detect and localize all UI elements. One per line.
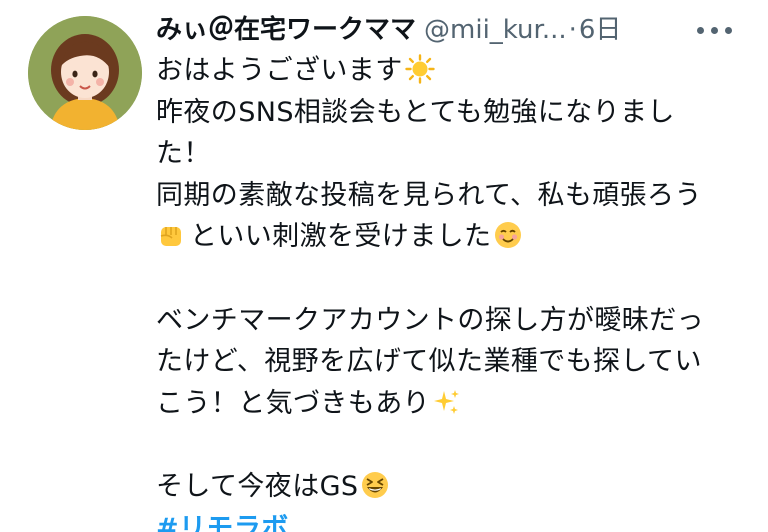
sparkles-emoji-icon	[432, 387, 462, 417]
tweet-line: 昨夜のSNS相談会もとても勉強になりまし	[156, 96, 675, 128]
tweet-line-text: おはようございます	[156, 55, 403, 86]
hashtag-link[interactable]: #リモラボ	[156, 513, 289, 532]
tweet-line-text: といい刺激を受けました	[190, 221, 492, 253]
user-handle[interactable]: @mii_kur...	[424, 15, 567, 45]
avatar[interactable]	[28, 16, 142, 130]
tweet-line: #リモラボ	[156, 508, 756, 532]
timestamp[interactable]: 6日	[579, 15, 622, 45]
tweet-line: といい刺激を受けました	[156, 216, 756, 258]
avatar-illustration	[28, 16, 142, 130]
tweet-line-text: そして今夜はGS	[156, 470, 359, 502]
smiling-face-emoji-icon	[493, 220, 523, 250]
tweet-line: こう！と気づきもあり	[156, 383, 756, 425]
tweet-line: 同期の素敵な投稿を見られて、私も頑張ろう	[156, 179, 702, 211]
tweet-line: そして今夜はGS	[156, 466, 756, 508]
tweet-line: た！	[156, 138, 211, 170]
tweet-line: ベンチマークアカウントの探し方が曖昧だっ	[156, 304, 704, 336]
separator-dot: ·	[568, 15, 577, 45]
tweet-text: おはようございます 昨夜のSNS相談会もとても勉強になりまし た！ 同期の素敵な…	[156, 50, 756, 532]
tweet-line: たけど、視野を広げて似た業種でも探してい	[156, 346, 702, 378]
display-name[interactable]: みぃ＠在宅ワークママ	[156, 15, 416, 45]
raised-fist-emoji-icon	[156, 220, 186, 250]
grinning-squinting-face-emoji-icon	[360, 470, 390, 500]
tweet-line-text: こう！と気づきもあり	[156, 387, 430, 419]
tweet-header: みぃ＠在宅ワークママ @mii_kur...·6日	[156, 10, 756, 50]
more-horizontal-icon[interactable]	[697, 26, 733, 36]
tweet: みぃ＠在宅ワークママ @mii_kur...·6日 おはようございます 昨夜のSN…	[0, 0, 768, 532]
tweet-line: おはようございます	[156, 50, 756, 92]
sun-emoji-icon	[404, 54, 435, 84]
